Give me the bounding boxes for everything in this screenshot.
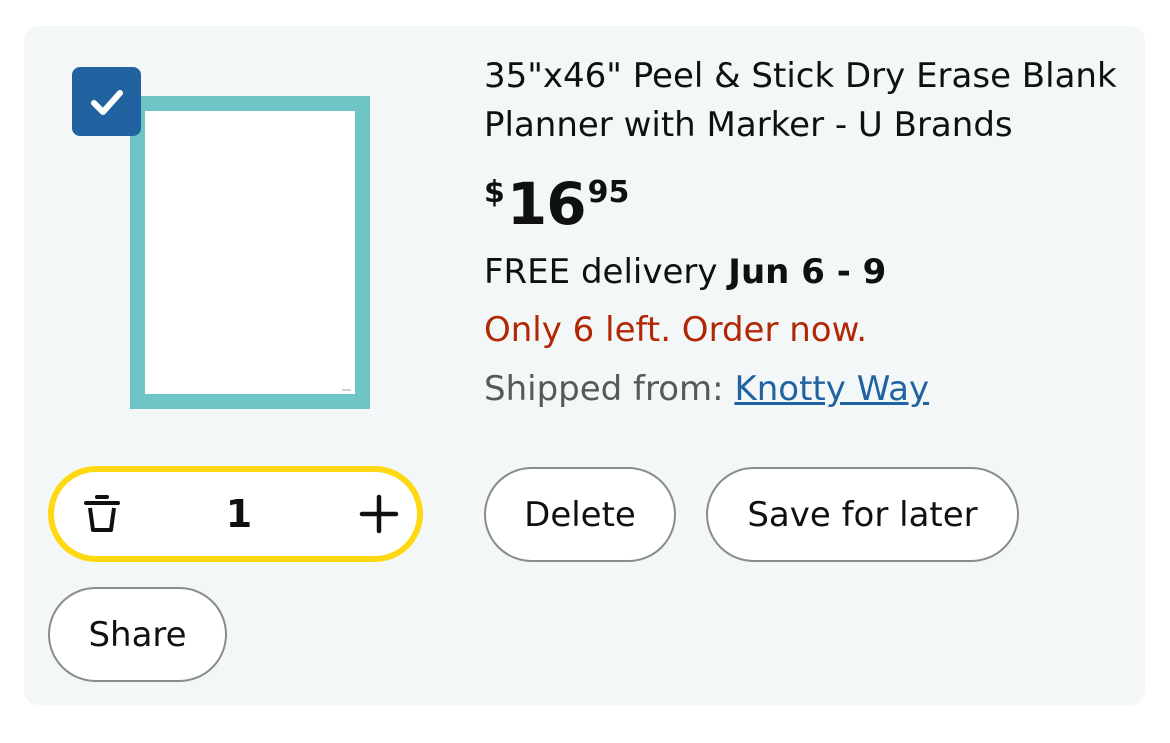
plus-icon bbox=[359, 494, 399, 534]
select-item-checkbox[interactable] bbox=[72, 67, 141, 136]
quantity-value: 1 bbox=[225, 492, 253, 536]
seller-link[interactable]: Knotty Way bbox=[734, 369, 929, 409]
price-whole: 16 bbox=[506, 170, 587, 238]
increase-quantity-button[interactable] bbox=[357, 492, 401, 536]
delivery-info: FREE delivery Jun 6 - 9 bbox=[484, 248, 886, 296]
delivery-dates: Jun 6 - 9 bbox=[728, 252, 887, 292]
quantity-stepper: 1 bbox=[48, 466, 423, 562]
trash-icon bbox=[84, 495, 120, 532]
thumbnail-detail bbox=[342, 389, 351, 391]
delivery-label: FREE delivery bbox=[484, 252, 718, 292]
product-title[interactable]: 35"x46" Peel & Stick Dry Erase Blank Pla… bbox=[484, 52, 1124, 150]
stock-message: Only 6 left. Order now. bbox=[484, 310, 868, 350]
price-fraction: 95 bbox=[587, 175, 630, 210]
delete-button[interactable]: Delete bbox=[484, 467, 676, 562]
checkmark-icon bbox=[90, 89, 123, 115]
decrease-quantity-button[interactable] bbox=[80, 492, 124, 536]
shipped-from-label: Shipped from: bbox=[484, 369, 724, 409]
share-button[interactable]: Share bbox=[48, 587, 227, 682]
price: $ 16 95 bbox=[484, 168, 629, 240]
product-thumbnail[interactable] bbox=[130, 96, 370, 409]
price-currency-symbol: $ bbox=[484, 175, 505, 210]
save-for-later-button[interactable]: Save for later bbox=[706, 467, 1019, 562]
shipped-from: Shipped from: Knotty Way bbox=[484, 365, 929, 413]
